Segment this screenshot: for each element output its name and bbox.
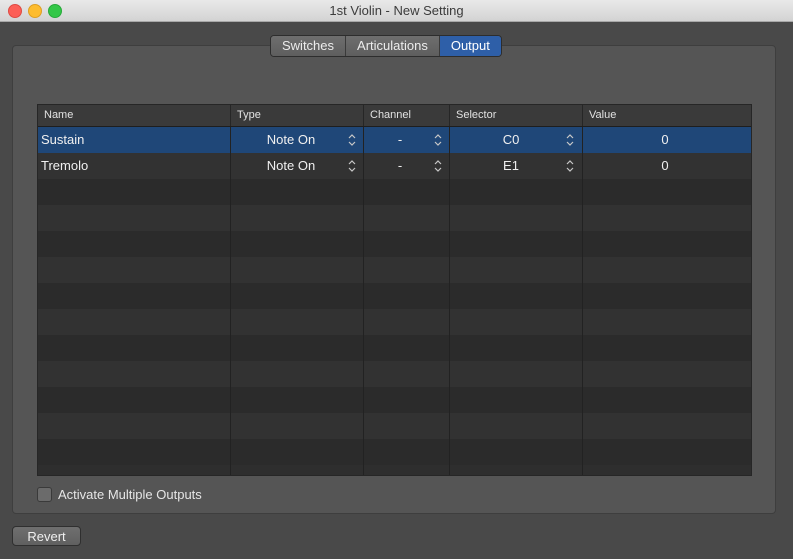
type-stepper-icon[interactable] [347,159,357,173]
channel-select-value[interactable]: - [388,153,412,179]
empty-row [38,283,751,309]
channel-select-value[interactable]: - [388,127,412,153]
selector-select-value[interactable]: E1 [490,153,532,179]
column-divider [363,127,364,475]
selector-stepper-icon[interactable] [565,159,575,173]
empty-row [38,309,751,335]
column-divider [230,127,231,475]
empty-row [38,439,751,465]
segmented-tabs: Switches Articulations Output [270,35,502,57]
value-field[interactable]: 0 [650,153,680,179]
row-name: Tremolo [41,158,89,173]
selector-stepper-icon[interactable] [565,133,575,147]
empty-row [38,205,751,231]
column-header-value[interactable]: Value [583,105,751,126]
activate-multiple-outputs-label[interactable]: Activate Multiple Outputs [58,487,202,502]
table-row[interactable]: Tremolo Note On - E1 0 [38,153,751,179]
row-name: Sustain [41,132,85,147]
tab-output[interactable]: Output [439,36,501,56]
column-divider [449,127,450,475]
output-table: Name Type Channel Selector Value Sustain… [37,104,752,476]
empty-row [38,257,751,283]
type-stepper-icon[interactable] [347,133,357,147]
tab-articulations[interactable]: Articulations [346,36,440,56]
empty-row [38,361,751,387]
column-header-name[interactable]: Name [38,105,231,126]
empty-row [38,413,751,439]
type-select-value[interactable]: Note On [258,153,324,179]
revert-button[interactable]: Revert [12,526,81,546]
title-bar: 1st Violin - New Setting [0,0,793,22]
value-field[interactable]: 0 [650,127,680,153]
column-header-channel[interactable]: Channel [364,105,450,126]
column-divider [582,127,583,475]
selector-select-value[interactable]: C0 [490,127,532,153]
empty-row [38,231,751,257]
tab-switches[interactable]: Switches [271,36,347,56]
window-title: 1st Violin - New Setting [329,3,464,18]
channel-stepper-icon[interactable] [433,133,443,147]
empty-row [38,387,751,413]
table-row[interactable]: Sustain Note On - C0 0 [38,127,751,153]
type-select-value[interactable]: Note On [258,127,324,153]
channel-stepper-icon[interactable] [433,159,443,173]
empty-row [38,179,751,205]
empty-row [38,335,751,361]
table-header: Name Type Channel Selector Value [38,105,751,127]
activate-multiple-outputs-checkbox[interactable] [37,487,52,502]
column-header-type[interactable]: Type [231,105,364,126]
column-header-selector[interactable]: Selector [450,105,583,126]
